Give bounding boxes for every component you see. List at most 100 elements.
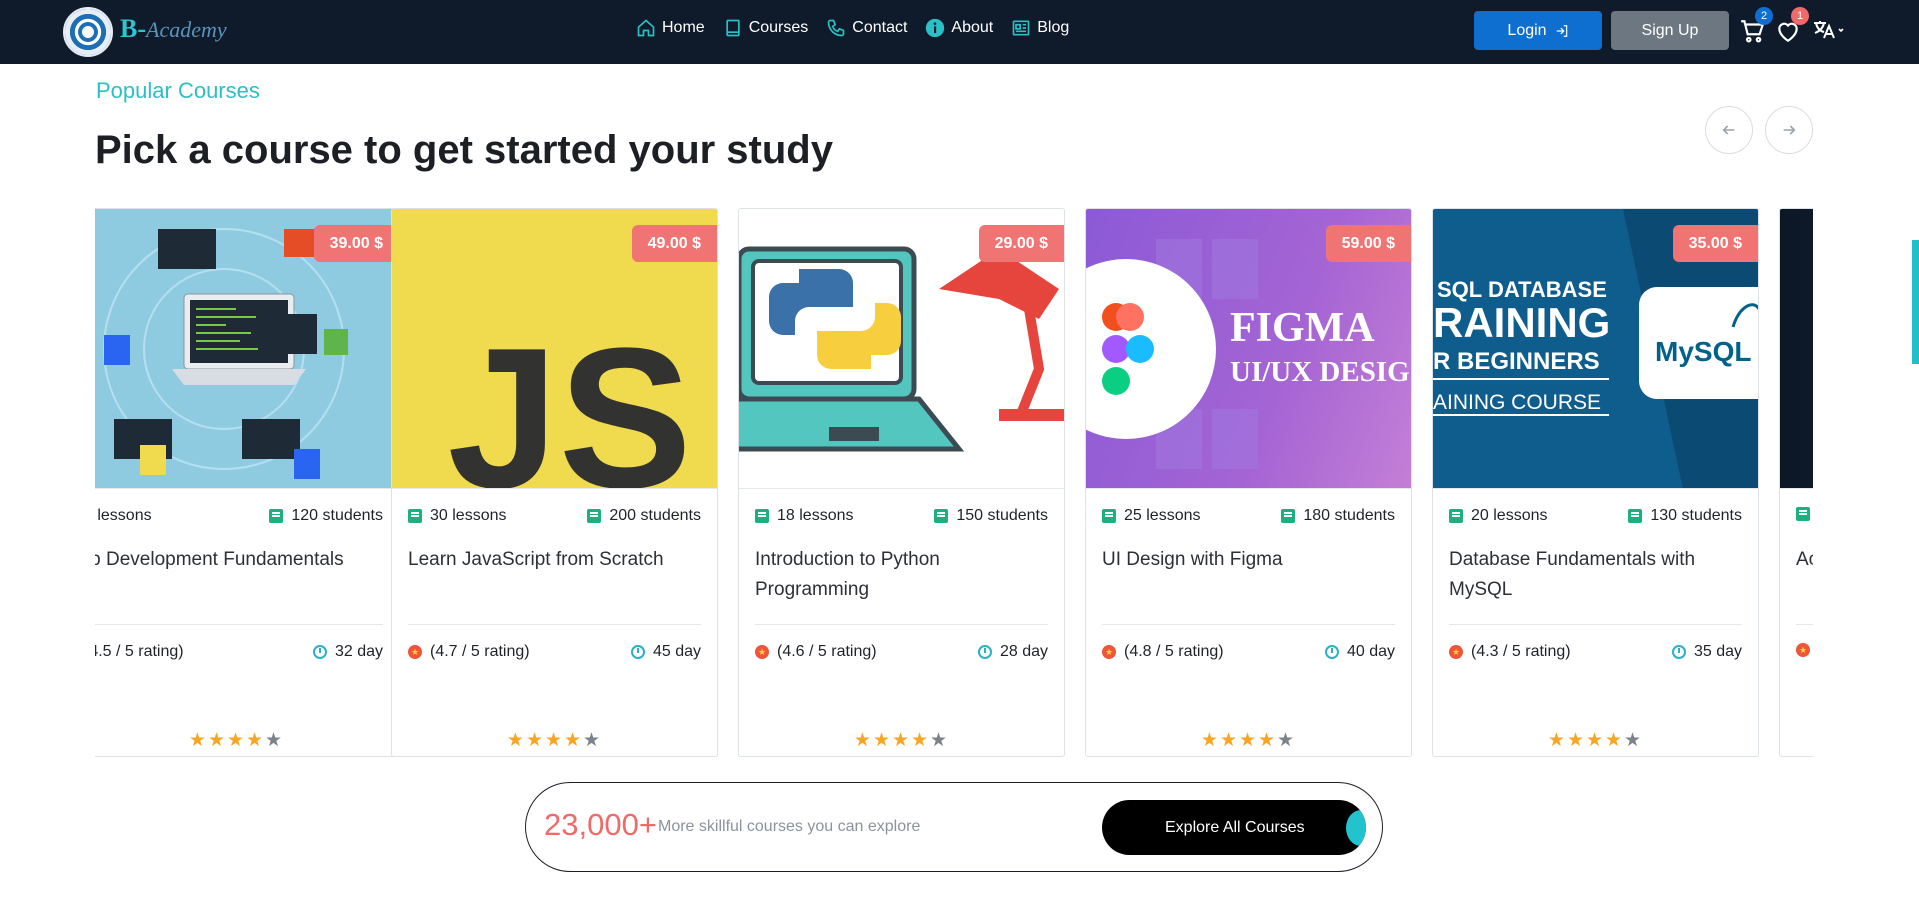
duration-text: 32 day (334, 643, 383, 660)
course-image: 39.00 $ (95, 209, 399, 489)
book-icon (1628, 509, 1643, 523)
nav-blog-label: Blog (1037, 19, 1070, 36)
divider (408, 624, 701, 625)
divider (95, 624, 383, 625)
duration-text: 35 day (1693, 643, 1742, 660)
rating-text: (4.5 / 5 rating) (95, 643, 184, 660)
logo[interactable] (63, 7, 113, 57)
book-icon (587, 509, 602, 523)
carousel-prev-button[interactable] (1705, 106, 1753, 154)
figma-subtitle-text: UI/UX DESIG (1230, 356, 1410, 388)
nav-about[interactable]: About (925, 18, 993, 38)
explore-all-courses-button[interactable]: Explore All Courses (1102, 800, 1366, 855)
divider (1796, 624, 1813, 625)
arrow-right-icon (1783, 125, 1796, 135)
divider (1449, 624, 1742, 625)
course-meta: 30 lessons 200 students (408, 507, 701, 525)
students-count: 180 students (1303, 507, 1395, 524)
course-title[interactable]: Web Development Fundamentals (95, 545, 383, 575)
course-card[interactable]: 29.00 $ 18 lessons 150 students Introduc… (738, 208, 1065, 757)
lessons-count: 20 lessons (1471, 507, 1548, 524)
book-icon (726, 19, 740, 37)
course-image: 29.00 $ (739, 209, 1064, 489)
course-card[interactable]: FIGMA UI/UX DESIG 59.00 $ 25 lessons 180… (1085, 208, 1412, 757)
carousel-next-button[interactable] (1765, 106, 1813, 154)
course-title[interactable]: Introduction to Python Programming (755, 545, 1048, 605)
wishlist-button[interactable]: 1 (1775, 7, 1809, 44)
page-scrollbar[interactable] (1912, 64, 1919, 905)
nav-home-label: Home (662, 19, 705, 36)
sql-line4-text: AINING COURSE (1433, 391, 1601, 414)
students-count: 120 students (291, 507, 383, 524)
course-card[interactable]: Ac ★ (1779, 208, 1813, 757)
nav-courses[interactable]: Courses (723, 18, 809, 38)
brand-name[interactable]: B-Academy (120, 14, 227, 44)
login-label: Login (1507, 21, 1547, 39)
home-icon (637, 19, 655, 37)
course-carousel: 39.00 $ 8 lessons 120 students Web Devel… (95, 208, 1813, 758)
scrollbar-thumb[interactable] (1912, 240, 1919, 364)
students-count: 200 students (609, 507, 701, 524)
course-card[interactable]: 39.00 $ 8 lessons 120 students Web Devel… (95, 208, 400, 757)
course-card[interactable]: SQL DATABASE RAINING R BEGINNERS AINING … (1432, 208, 1759, 757)
nav-contact[interactable]: Contact (826, 18, 907, 38)
course-card[interactable]: JS 49.00 $ 30 lessons 200 students Learn… (391, 208, 718, 757)
divider (1102, 624, 1395, 625)
star-rating: ★★★★★ (1547, 730, 1644, 751)
price-badge: 29.00 $ (978, 225, 1064, 262)
brand-text: Academy (146, 17, 227, 42)
course-title[interactable]: Database Fundamentals with MySQL (1449, 545, 1742, 605)
star-rating: ★★★★★ (1200, 730, 1297, 751)
lessons-count: 25 lessons (1124, 507, 1201, 524)
lessons-count: 18 lessons (777, 507, 854, 524)
language-button[interactable] (1812, 18, 1846, 44)
nav-home[interactable]: Home (636, 18, 705, 38)
course-rating-row: ★ (4.6 / 5 rating) 28 day (755, 643, 1048, 661)
course-meta: 18 lessons 150 students (755, 507, 1048, 525)
nav-blog[interactable]: Blog (1011, 18, 1069, 38)
rating-text: (4.8 / 5 rating) (1124, 643, 1224, 660)
book-icon (1102, 509, 1116, 523)
nav-courses-label: Courses (748, 19, 809, 36)
students-count: 150 students (956, 507, 1048, 524)
explore-button-label: Explore All Courses (1165, 818, 1305, 836)
signup-button[interactable]: Sign Up (1611, 11, 1729, 50)
course-title[interactable]: UI Design with Figma (1102, 545, 1395, 575)
phone-icon (827, 19, 845, 37)
course-meta (1796, 507, 1813, 521)
course-meta: 25 lessons 180 students (1102, 507, 1395, 525)
course-meta: 8 lessons 120 students (95, 507, 383, 525)
js-logo-text: JS (447, 307, 692, 489)
login-icon (1556, 24, 1567, 37)
book-icon (408, 509, 422, 523)
book-icon (755, 509, 769, 523)
clock-icon (977, 645, 992, 659)
course-title[interactable]: Ac (1796, 545, 1813, 575)
clock-icon (1671, 645, 1686, 659)
course-rating-row: ★ (4.7 / 5 rating) 45 day (408, 643, 701, 661)
star-rating: ★★★★★ (188, 730, 285, 751)
course-title[interactable]: Learn JavaScript from Scratch (408, 545, 701, 575)
divider (755, 624, 1048, 625)
login-button[interactable]: Login (1474, 11, 1602, 50)
signup-label: Sign Up (1641, 21, 1699, 39)
newspaper-icon (1012, 20, 1030, 36)
explore-description: More skillful courses you can explore (658, 818, 921, 835)
mysql-logo-text: MySQL (1655, 336, 1751, 367)
rating-star-icon: ★ (1796, 643, 1810, 657)
rating-text: (4.6 / 5 rating) (777, 643, 877, 660)
price-badge: 35.00 $ (1672, 225, 1758, 262)
clock-icon (312, 645, 327, 659)
rating-star-icon: ★ (1102, 645, 1116, 659)
cart-button[interactable]: 2 (1739, 7, 1773, 44)
rating-text: (4.7 / 5 rating) (430, 643, 530, 660)
section-label: Popular Courses (96, 78, 260, 103)
main-nav: Home Courses Contact About Blog (636, 18, 1069, 38)
price-badge: 59.00 $ (1325, 225, 1411, 262)
book-icon (934, 509, 949, 523)
course-rating-row: ★ (4.3 / 5 rating) 35 day (1449, 643, 1742, 661)
arrow-left-icon (1722, 125, 1735, 135)
duration-text: 45 day (652, 643, 701, 660)
course-image: FIGMA UI/UX DESIG 59.00 $ (1086, 209, 1411, 489)
sql-line3-text: R BEGINNERS (1433, 348, 1600, 375)
